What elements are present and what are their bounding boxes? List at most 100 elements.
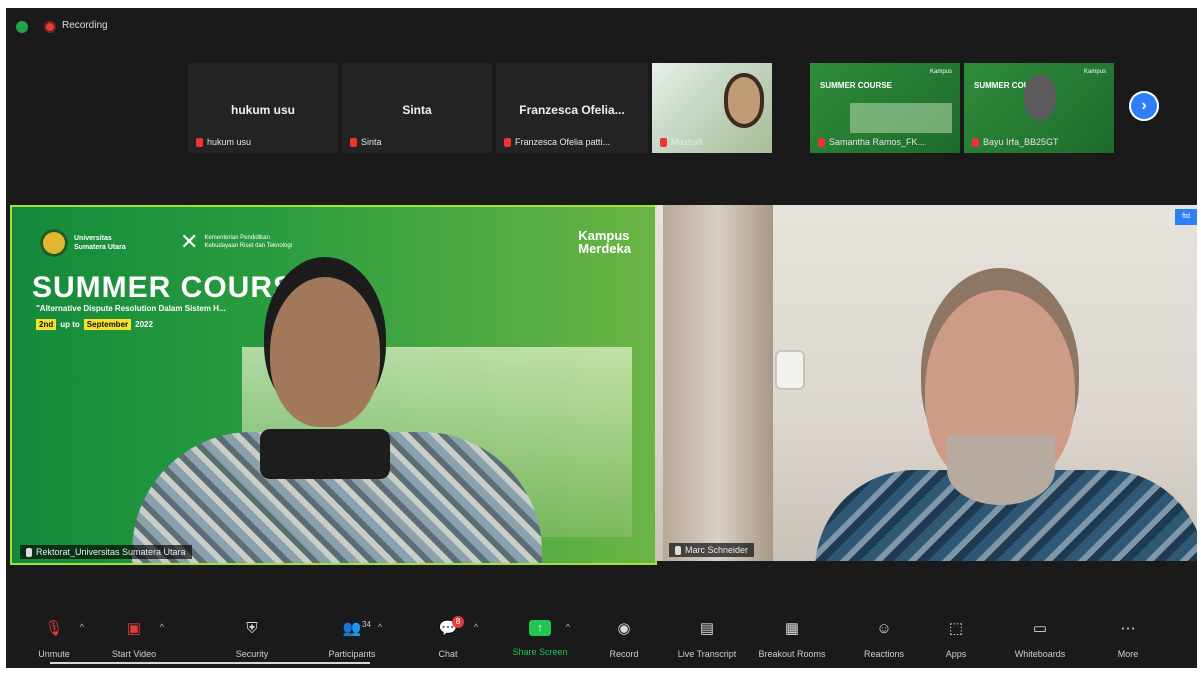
emoji-icon: ☺ [876,620,892,637]
whiteboards-label: Whiteboards [1014,649,1066,659]
kampus-line2: Merdeka [578,241,631,256]
participant-caption: Sinta [350,137,382,147]
mic-icon [675,545,681,555]
top-status-bar: Recording [6,8,1197,48]
share-screen-button[interactable]: ↑ ^ Share Screen [500,620,580,657]
participant-tile[interactable]: Franzesca Ofelia... Franzesca Ofelia pat… [496,63,648,153]
date-year: 2022 [135,320,153,329]
university-logo: Universitas Sumatera Utara [40,229,144,257]
people-icon: 👥 [342,620,362,637]
security-button[interactable]: ⛨ Security [212,620,292,659]
next-page-arrow-icon[interactable]: › [1129,91,1159,121]
security-label: Security [235,649,269,659]
kampus-merdeka-logo: Kampus Merdeka [578,229,631,255]
share-screen-icon: ↑ [529,620,551,636]
record-button[interactable]: ◉ Record [584,620,664,659]
chat-unread-badge: 8 [452,616,464,628]
participant-tile[interactable]: Kampus SUMMER COURSE Bayu Irfa_BB25GT [964,63,1114,153]
more-icon: ⋯ [1120,620,1136,637]
participant-tile[interactable]: hukum usu hukum usu [188,63,338,153]
apps-icon: ⬚ [948,620,964,637]
banner-dates: 2nd up to September 2022 [36,319,153,330]
mic-muted-icon [196,137,203,147]
start-video-button[interactable]: ▣ ^ Start Video [94,620,174,659]
participant-caption: Mazhafi [660,137,703,147]
caption-text: Mazhafi [671,137,703,147]
participant-caption: Bayu Irfa_BB25GT [972,137,1059,147]
banner-subtitle: "Alternative Dispute Resolution Dalam Si… [36,304,226,313]
speaker-name: Marc Schneider [685,545,749,555]
unmute-button[interactable]: 🎙 ^ Unmute [14,620,94,659]
start-video-label: Start Video [111,649,157,659]
participant-face [724,73,764,128]
encryption-shield-icon[interactable] [16,21,28,33]
mic-muted-icon [350,137,357,147]
reactions-button[interactable]: ☺ Reactions [844,620,924,659]
record-label: Record [609,649,639,659]
participants-button[interactable]: 👥 34 ^ Participants [312,620,392,659]
more-label: More [1117,649,1139,659]
date-start: 2nd [36,319,57,330]
speaker-beard [947,435,1055,505]
caption-text: Sinta [361,137,382,147]
unmute-label: Unmute [38,649,70,659]
apps-label: Apps [945,649,967,659]
date-mid: up to [60,320,80,329]
participant-tile[interactable]: Kampus SUMMER COURSE Samantha Ramos_FK..… [810,63,960,153]
live-transcript-button[interactable]: ▤ Live Transcript [667,620,747,659]
mic-off-icon: 🎙 [44,620,64,637]
apps-button[interactable]: ⬚ Apps [916,620,996,659]
mini-banner-title: SUMMER COURSE [820,81,893,90]
caption-text: Franzesca Ofelia patti... [515,137,611,147]
share-screen-label: Share Screen [512,647,568,657]
recording-icon[interactable] [44,21,56,33]
shield-icon: ⛨ [246,620,258,637]
participant-caption: hukum usu [196,137,251,147]
participants-options-caret[interactable]: ^ [378,622,382,632]
mic-muted-icon [660,137,667,147]
participant-name: Franzesca Ofelia... [519,103,625,117]
meeting-toolbar: 🎙 ^ Unmute ▣ ^ Start Video ⛨ Security 👥 … [6,616,1197,668]
speaker-collar [260,429,390,479]
breakout-rooms-button[interactable]: ▦ Breakout Rooms [752,620,832,659]
mic-muted-icon [504,137,511,147]
reactions-label: Reactions [863,649,905,659]
participant-video-main[interactable]: ftd Marc Schneider [655,205,1197,561]
ministry-mark-icon: ✕ [180,229,199,254]
record-icon: ◉ [617,620,631,637]
background-curtain [663,205,773,561]
participant-name: hukum usu [230,103,295,117]
view-badge[interactable]: ftd [1175,209,1197,225]
active-speaker-video[interactable]: Universitas Sumatera Utara ✕ Kementerian… [10,205,657,565]
background-lamp [775,350,805,390]
unmute-options-caret[interactable]: ^ [80,622,84,632]
recording-label: Recording [62,20,108,31]
chat-button[interactable]: 💬 8 ^ Chat [408,616,488,659]
chat-options-caret[interactable]: ^ [474,622,478,632]
ministry-name: Kementerian Pendidikan Kebudayaan Riset … [204,235,293,249]
mic-muted-icon [972,137,979,147]
speaker-name: Rektorat_Universitas Sumatera Utara [36,547,186,557]
share-options-caret[interactable]: ^ [566,622,570,632]
participants-count: 34 [362,620,371,629]
mini-kampus-logo: Kampus [929,69,952,75]
taskbar-indicator [50,662,370,664]
banner-title: SUMMER COURSE [32,271,316,304]
university-seal-icon [40,229,68,257]
caption-text: Samantha Ramos_FK... [829,137,926,147]
whiteboards-button[interactable]: ▭ Whiteboards [1000,620,1080,659]
participant-tile[interactable]: Mazhafi [652,63,772,153]
grid-icon: ▦ [784,620,800,637]
mic-icon [26,547,32,557]
participant-caption: Samantha Ramos_FK... [818,137,925,147]
participant-name: Sinta [402,103,432,117]
mini-kampus-logo: Kampus [1083,69,1106,75]
speaker-name-tag: Rektorat_Universitas Sumatera Utara [20,545,192,559]
ministry-logo: ✕ Kementerian Pendidikan Kebudayaan Rise… [180,231,299,253]
more-button[interactable]: ⋯ More [1088,620,1168,659]
participant-tile[interactable]: Sinta Sinta [342,63,492,153]
breakout-rooms-label: Breakout Rooms [758,649,826,659]
participants-label: Participants [328,649,376,659]
speaker-face [270,277,380,427]
video-options-caret[interactable]: ^ [160,622,164,632]
